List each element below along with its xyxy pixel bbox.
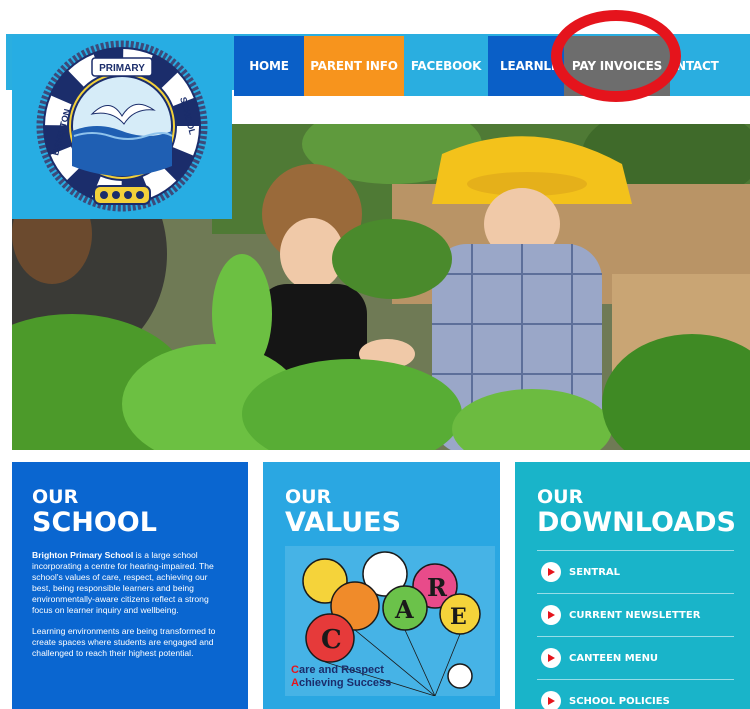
- values-line1-initial: C: [291, 664, 299, 676]
- our-school-title: OUR SCHOOL: [32, 486, 228, 538]
- values-line2-text: chieving Success: [298, 677, 392, 689]
- nav-contact[interactable]: NTACT: [670, 36, 750, 96]
- care-balloons-image: C A R E Care and Respect Achieving Succe…: [285, 546, 495, 696]
- our-school-paragraph-2: Learning environments are being transfor…: [32, 626, 216, 658]
- nav-parent-info[interactable]: PARENT INFO: [304, 36, 404, 96]
- nav-learning-label: LEARNLI: [500, 59, 556, 73]
- values-line2-initial: A: [291, 677, 299, 689]
- downloads-list: SENTRAL CURRENT NEWSLETTER CANTEEN MENU …: [537, 550, 734, 709]
- nav-home[interactable]: HOME: [234, 36, 304, 96]
- our-school-paragraph-1: Brighton Primary School is a large schoo…: [32, 550, 228, 616]
- care-letter-e: E: [450, 604, 467, 630]
- values-line1-text: are and Respect: [298, 664, 384, 676]
- our-school-text: Brighton Primary School is a large schoo…: [32, 550, 228, 659]
- care-letter-r: R: [427, 573, 448, 602]
- nav-facebook-label: FACEBOOK: [410, 59, 482, 73]
- our-values-title-small: OUR: [285, 486, 332, 508]
- logo-top-text: PRIMARY: [99, 63, 145, 74]
- school-crest-icon: PRIMARY BRIGHTON SCHOOL: [36, 40, 208, 212]
- values-caption: Care and Respect Achieving Success: [291, 664, 391, 690]
- our-school-title-small: OUR: [32, 486, 79, 508]
- download-current-newsletter-label: CURRENT NEWSLETTER: [569, 609, 701, 621]
- download-canteen-menu[interactable]: CANTEEN MENU: [537, 636, 734, 679]
- download-canteen-menu-label: CANTEEN MENU: [569, 652, 659, 664]
- play-icon: [541, 605, 561, 625]
- play-icon: [541, 648, 561, 668]
- nav-pay-invoices[interactable]: PAY INVOICES: [564, 36, 670, 96]
- values-caption-line1: Care and Respect: [291, 664, 391, 677]
- our-school-title-big: SCHOOL: [32, 507, 157, 538]
- our-downloads-title: OUR DOWNLOADS: [537, 486, 736, 538]
- values-caption-line2: Achieving Success: [291, 677, 391, 690]
- download-school-policies-label: SCHOOL POLICIES: [569, 695, 670, 707]
- nav-contact-label: NTACT: [676, 59, 719, 73]
- our-school-lead: Brighton Primary School: [32, 550, 134, 560]
- nav-home-label: HOME: [249, 59, 289, 73]
- download-sentral[interactable]: SENTRAL: [537, 550, 734, 593]
- play-icon: [541, 562, 561, 582]
- download-school-policies[interactable]: SCHOOL POLICIES: [537, 679, 734, 709]
- nav-facebook[interactable]: FACEBOOK: [404, 36, 488, 96]
- care-letter-a: A: [394, 595, 414, 624]
- our-downloads-card: OUR DOWNLOADS SENTRAL CURRENT NEWSLETTER…: [515, 462, 750, 709]
- our-downloads-title-small: OUR: [537, 486, 584, 508]
- main-nav: HOME PARENT INFO FACEBOOK LEARNLI PAY IN…: [234, 36, 750, 96]
- our-values-card: OUR VALUES C A R E Care and Respect Achi…: [263, 462, 500, 709]
- care-letter-c: C: [321, 625, 342, 655]
- nav-pay-invoices-label: PAY INVOICES: [571, 59, 663, 73]
- our-values-title: OUR VALUES: [285, 486, 478, 538]
- our-downloads-title-big: DOWNLOADS: [537, 507, 736, 538]
- download-sentral-label: SENTRAL: [569, 566, 621, 578]
- download-current-newsletter[interactable]: CURRENT NEWSLETTER: [537, 593, 734, 636]
- our-school-card: OUR SCHOOL Brighton Primary School is a …: [12, 462, 248, 709]
- our-values-title-big: VALUES: [285, 507, 402, 538]
- school-logo[interactable]: PRIMARY BRIGHTON SCHOOL: [12, 36, 232, 219]
- play-icon: [541, 691, 561, 709]
- nav-learning[interactable]: LEARNLI: [488, 36, 564, 96]
- nav-parent-info-label: PARENT INFO: [310, 59, 398, 73]
